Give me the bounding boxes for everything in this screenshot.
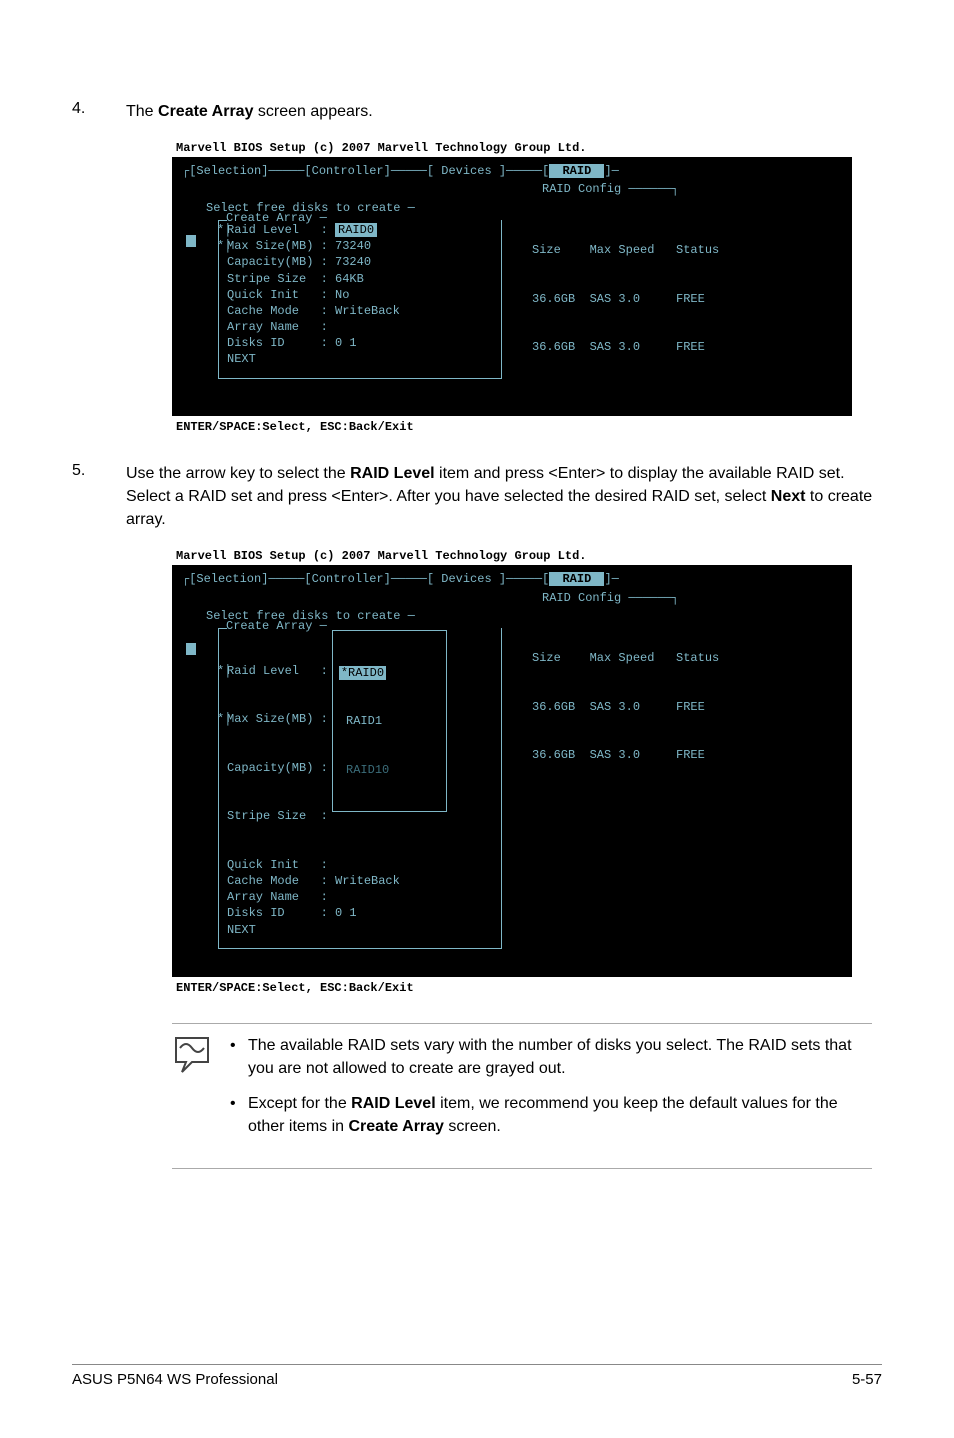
bios-screenshot-1: Marvell BIOS Setup (c) 2007 Marvell Tech… <box>172 141 852 434</box>
tab-bar: ┌[Selection]─────[Controller]─────[ Devi… <box>182 163 842 179</box>
raid-level-dropdown[interactable]: *RAID0 RAID1 RAID10 <box>332 630 447 812</box>
disk-list-panel: Size Max Speed Status 36.6GB SAS 3.0 FRE… <box>502 210 719 388</box>
note-item: Except for the RAID Level item, we recom… <box>230 1092 872 1138</box>
stripe-size-row[interactable]: Stripe Size : <box>227 808 328 824</box>
raid-config-label: RAID Config ──────┐ <box>182 181 842 197</box>
raid-option-raid10[interactable]: RAID10 <box>339 762 440 778</box>
bios-title: Marvell BIOS Setup (c) 2007 Marvell Tech… <box>172 549 852 565</box>
array-name-row[interactable]: Array Name : <box>227 889 493 905</box>
create-array-box: *│Raid Level : RAID0 *│Max Size(MB) : 73… <box>218 220 502 379</box>
raid-option-raid0[interactable]: *RAID0 <box>339 666 386 680</box>
step-5: 5. Use the arrow key to select the RAID … <box>72 462 882 532</box>
page-footer: ASUS P5N64 WS Professional 5-57 <box>72 1364 882 1388</box>
note-item: The available RAID sets vary with the nu… <box>230 1034 872 1080</box>
bios-title: Marvell BIOS Setup (c) 2007 Marvell Tech… <box>172 141 852 157</box>
cache-mode-row[interactable]: Cache Mode : WriteBack <box>227 303 493 319</box>
step-number: 5. <box>72 462 126 532</box>
raid-level-row[interactable]: *│Raid Level : <box>227 663 328 679</box>
create-array-box: *│Raid Level : *│Max Size(MB) : Capacity… <box>218 628 502 949</box>
create-array-panel: Create Array ─ *│Raid Level : RAID0 *│Ma… <box>182 210 502 388</box>
bios-screen: ┌[Selection]─────[Controller]─────[ Devi… <box>172 565 852 976</box>
disk-row[interactable]: 36.6GB SAS 3.0 FREE <box>532 339 719 355</box>
step-text: The Create Array screen appears. <box>126 100 373 123</box>
step-text: Use the arrow key to select the RAID Lev… <box>126 462 882 532</box>
next-row[interactable]: NEXT <box>227 351 493 367</box>
footer-right: 5-57 <box>852 1371 882 1388</box>
disk-header: Size Max Speed Status <box>532 242 719 258</box>
bios-screen: ┌[Selection]─────[Controller]─────[ Devi… <box>172 157 852 416</box>
array-name-row[interactable]: Array Name : <box>227 319 493 335</box>
note-icon <box>172 1034 212 1074</box>
quick-init-row[interactable]: Quick Init : No <box>227 287 493 303</box>
disks-id-row[interactable]: Disks ID : 0 1 <box>227 335 493 351</box>
create-array-panel: Create Array ─ *│Raid Level : *│Max Size… <box>182 618 502 949</box>
cache-mode-row[interactable]: Cache Mode : WriteBack <box>227 873 493 889</box>
raid-level-value[interactable]: RAID0 <box>335 223 377 237</box>
max-size-row[interactable]: *│Max Size(MB) : <box>227 711 328 727</box>
quick-init-row[interactable]: Quick Init : <box>227 857 493 873</box>
bios-footer-hint: ENTER/SPACE:Select, ESC:Back/Exit <box>172 416 852 434</box>
step-4: 4. The Create Array screen appears. <box>72 100 882 123</box>
note-list: The available RAID sets vary with the nu… <box>230 1034 872 1151</box>
tab-raid[interactable]: RAID <box>549 572 604 586</box>
capacity-row[interactable]: Capacity(MB) : 73240 <box>227 254 493 270</box>
disk-header: Size Max Speed Status <box>532 650 719 666</box>
raid-level-row[interactable]: *│Raid Level : RAID0 <box>227 222 493 238</box>
scrollbar-icon <box>186 235 196 247</box>
raid-config-label: RAID Config ──────┐ <box>182 590 842 606</box>
scrollbar-icon <box>186 643 196 655</box>
tab-bar: ┌[Selection]─────[Controller]─────[ Devi… <box>182 571 842 587</box>
bios-screenshot-2: Marvell BIOS Setup (c) 2007 Marvell Tech… <box>172 549 852 994</box>
disk-row[interactable]: 36.6GB SAS 3.0 FREE <box>532 291 719 307</box>
disks-id-row[interactable]: Disks ID : 0 1 <box>227 905 493 921</box>
capacity-row[interactable]: Capacity(MB) : <box>227 760 328 776</box>
step-number: 4. <box>72 100 126 123</box>
raid-option-raid1[interactable]: RAID1 <box>339 713 440 729</box>
footer-left: ASUS P5N64 WS Professional <box>72 1371 278 1388</box>
disk-list-panel: Size Max Speed Status 36.6GB SAS 3.0 FRE… <box>502 618 719 949</box>
tab-raid[interactable]: RAID <box>549 164 604 178</box>
next-row[interactable]: NEXT <box>227 922 493 938</box>
bios-footer-hint: ENTER/SPACE:Select, ESC:Back/Exit <box>172 977 852 995</box>
disk-row[interactable]: 36.6GB SAS 3.0 FREE <box>532 747 719 763</box>
disk-row[interactable]: 36.6GB SAS 3.0 FREE <box>532 699 719 715</box>
stripe-size-row[interactable]: Stripe Size : 64KB <box>227 271 493 287</box>
max-size-row[interactable]: *│Max Size(MB) : 73240 <box>227 238 493 254</box>
note-block: The available RAID sets vary with the nu… <box>172 1023 872 1170</box>
